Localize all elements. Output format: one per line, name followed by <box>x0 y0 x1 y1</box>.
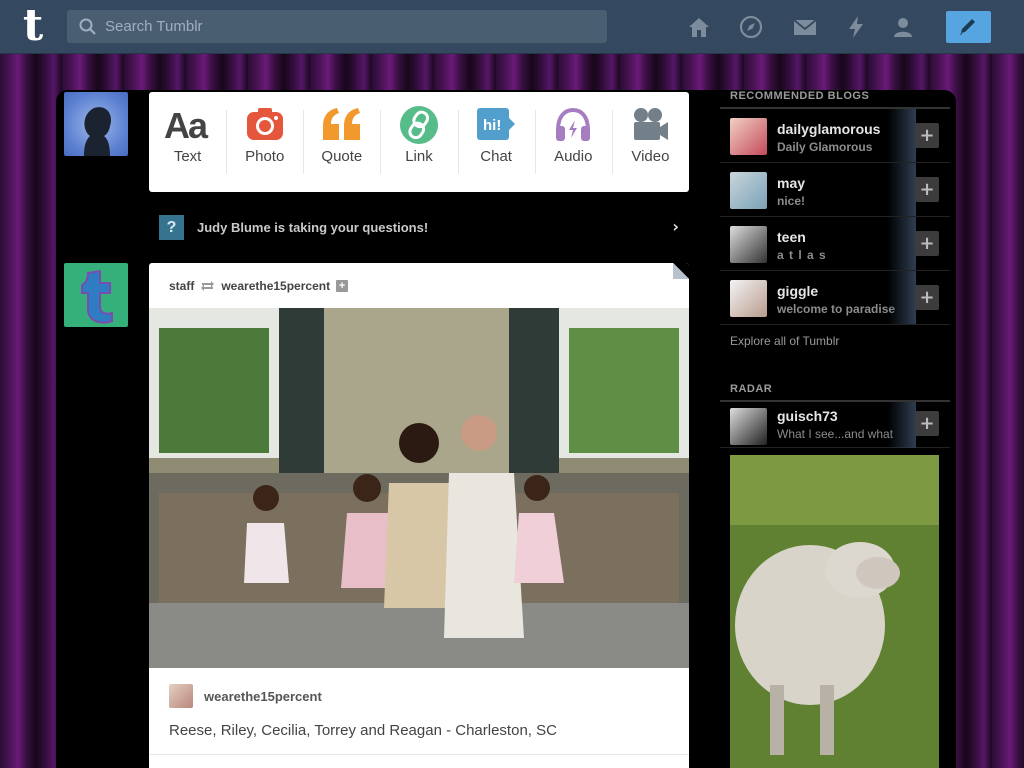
activity-icon[interactable] <box>843 14 869 40</box>
search-icon <box>79 18 96 35</box>
post-type-photo-label: Photo <box>245 148 285 165</box>
link-icon <box>399 106 438 144</box>
follow-button[interactable]: + <box>915 231 939 256</box>
post-type-text[interactable]: Aa Text <box>149 92 226 192</box>
post-photo[interactable] <box>149 308 689 668</box>
post-type-selector: Aa Text Photo Quote Link hi! Chat Audio … <box>149 92 689 192</box>
sidebar: RECOMMENDED BLOGS dailyglamorous Daily G… <box>720 86 950 768</box>
follow-button[interactable]: + <box>915 285 939 310</box>
post-type-video-label: Video <box>631 148 670 165</box>
blog-avatar[interactable] <box>730 226 767 263</box>
post-type-link-label: Link <box>405 148 433 165</box>
source-blog-name[interactable]: wearethe15percent <box>204 689 322 704</box>
post-type-quote[interactable]: Quote <box>303 92 380 192</box>
post-type-quote-label: Quote <box>321 148 363 165</box>
recommended-blogs-title: RECOMMENDED BLOGS <box>720 86 950 109</box>
follow-button[interactable]: + <box>915 411 939 436</box>
blog-name[interactable]: giggle <box>777 283 818 299</box>
follow-button[interactable]: + <box>915 177 939 202</box>
blog-name[interactable]: guisch73 <box>777 408 838 424</box>
headphones-icon <box>556 107 591 141</box>
blog-avatar[interactable] <box>730 280 767 317</box>
row-fade <box>888 217 916 270</box>
radar-title: RADAR <box>720 379 950 402</box>
source-avatar[interactable] <box>169 684 193 708</box>
post-author-name[interactable]: staff <box>169 279 194 293</box>
chat-icon: hi! <box>477 108 516 140</box>
radar-photo[interactable] <box>730 455 939 768</box>
recommended-blog-row[interactable]: may nice! + <box>720 163 950 217</box>
post-fold-corner <box>673 263 689 279</box>
account-icon[interactable] <box>890 14 916 40</box>
recommended-blog-row[interactable]: teen a t l a s + <box>720 217 950 271</box>
post-author-avatar[interactable] <box>64 263 128 327</box>
text-icon: Aa <box>164 106 211 142</box>
blog-name[interactable]: teen <box>777 229 806 245</box>
family-photo-image <box>149 308 689 668</box>
home-icon[interactable] <box>686 14 712 40</box>
post-type-chat[interactable]: hi! Chat <box>457 92 535 192</box>
blog-name[interactable]: may <box>777 175 805 191</box>
post-type-text-label: Text <box>173 148 202 165</box>
svg-text:Aa: Aa <box>164 106 209 142</box>
post-divider <box>149 754 689 755</box>
post-type-link[interactable]: Link <box>380 92 457 192</box>
blog-name[interactable]: dailyglamorous <box>777 121 880 137</box>
inbox-icon[interactable] <box>792 14 818 40</box>
row-fade <box>888 109 916 162</box>
post-type-audio[interactable]: Audio <box>534 92 612 192</box>
staff-logo-icon <box>81 269 113 324</box>
sheep-photo-image <box>730 455 939 768</box>
reblogged-from-name[interactable]: wearethe15percent <box>221 279 330 293</box>
blog-avatar[interactable] <box>730 408 767 445</box>
camera-icon <box>246 108 283 140</box>
row-fade <box>888 271 916 324</box>
top-navbar: t <box>0 0 1024 54</box>
post-type-photo[interactable]: Photo <box>226 92 303 192</box>
answer-time-banner[interactable]: ? Judy Blume is taking your questions! › <box>149 205 689 249</box>
post-caption: Reese, Riley, Cecilia, Torrey and Reagan… <box>169 722 557 739</box>
tumblr-logo[interactable]: t <box>13 4 53 48</box>
chevron-right-icon: › <box>672 217 679 236</box>
radar-blog-row[interactable]: guisch73 What I see...and what + <box>720 402 950 448</box>
question-icon: ? <box>159 215 184 240</box>
post-type-audio-label: Audio <box>554 148 593 165</box>
search-input[interactable] <box>105 10 595 43</box>
explore-tumblr-link[interactable]: Explore all of Tumblr <box>720 325 950 357</box>
row-fade <box>888 402 916 448</box>
svg-text:hi!: hi! <box>483 117 501 134</box>
recommended-blog-row[interactable]: giggle welcome to paradise + <box>720 271 950 325</box>
explore-icon[interactable] <box>738 14 764 40</box>
blog-avatar[interactable] <box>730 118 767 155</box>
follow-plus-icon[interactable]: + <box>336 280 349 292</box>
dashboard-post: staff wearethe15percent + wearethe15perc… <box>149 263 689 768</box>
blog-avatar[interactable] <box>730 172 767 209</box>
post-type-video[interactable]: Video <box>611 92 689 192</box>
post-type-chat-label: Chat <box>480 148 512 165</box>
row-fade <box>888 163 916 216</box>
follow-button[interactable]: + <box>915 123 939 148</box>
reblog-icon <box>201 281 215 291</box>
silhouette-icon <box>84 107 112 156</box>
search-box[interactable] <box>67 10 607 43</box>
user-avatar[interactable] <box>64 92 128 156</box>
recommended-blog-row[interactable]: dailyglamorous Daily Glamorous + <box>720 109 950 163</box>
compose-button[interactable] <box>946 11 991 43</box>
post-header: staff wearethe15percent + <box>169 279 349 293</box>
quote-icon <box>322 108 360 140</box>
banner-text: Judy Blume is taking your questions! <box>197 220 429 235</box>
pencil-icon <box>960 19 975 35</box>
video-camera-icon <box>634 108 669 140</box>
